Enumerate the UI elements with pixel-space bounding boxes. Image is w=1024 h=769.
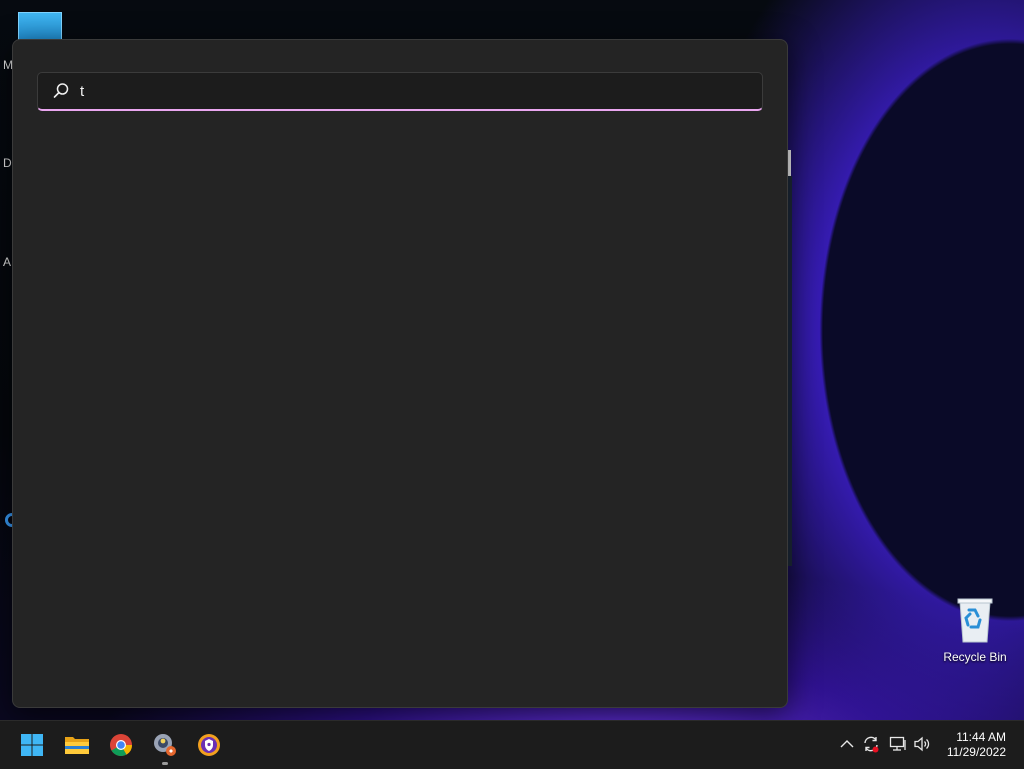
running-indicator [162, 762, 168, 765]
file-explorer-button[interactable] [59, 727, 95, 763]
shield-browser-icon [198, 734, 220, 756]
volume-icon [914, 736, 930, 752]
chrome-button[interactable] [103, 727, 139, 763]
sync-status-button[interactable] [862, 735, 880, 753]
taskbar: 11:44 AM 11/29/2022 [0, 720, 1024, 769]
sync-icon [864, 736, 879, 753]
network-icon [889, 736, 906, 751]
search-box[interactable] [37, 72, 763, 111]
windows-logo-icon [21, 734, 43, 756]
volume-button[interactable] [913, 735, 931, 753]
search-flyout [12, 39, 788, 708]
recycle-bin-icon [957, 598, 993, 643]
clock-time: 11:44 AM [956, 730, 1006, 744]
chevron-up-icon [840, 740, 854, 748]
pinned-app-button[interactable] [147, 727, 183, 765]
app-icon [154, 734, 176, 756]
recycle-bin[interactable]: Recycle Bin [940, 594, 1010, 664]
folder-icon [65, 737, 89, 754]
desktop-item-label[interactable]: A [3, 255, 11, 269]
network-button[interactable] [889, 735, 907, 753]
clock-date: 11/29/2022 [946, 745, 1006, 759]
clock[interactable]: 11:44 AM 11/29/2022 [947, 730, 1006, 760]
recycle-bin-label: Recycle Bin [943, 650, 1007, 664]
show-hidden-icons-button[interactable] [838, 735, 856, 753]
desktop-item-label[interactable]: D [3, 156, 12, 170]
search-input[interactable] [78, 78, 742, 104]
search-icon [53, 83, 69, 98]
start-button[interactable] [14, 727, 50, 763]
chrome-icon [110, 734, 132, 756]
browser-app-button[interactable] [191, 727, 227, 763]
